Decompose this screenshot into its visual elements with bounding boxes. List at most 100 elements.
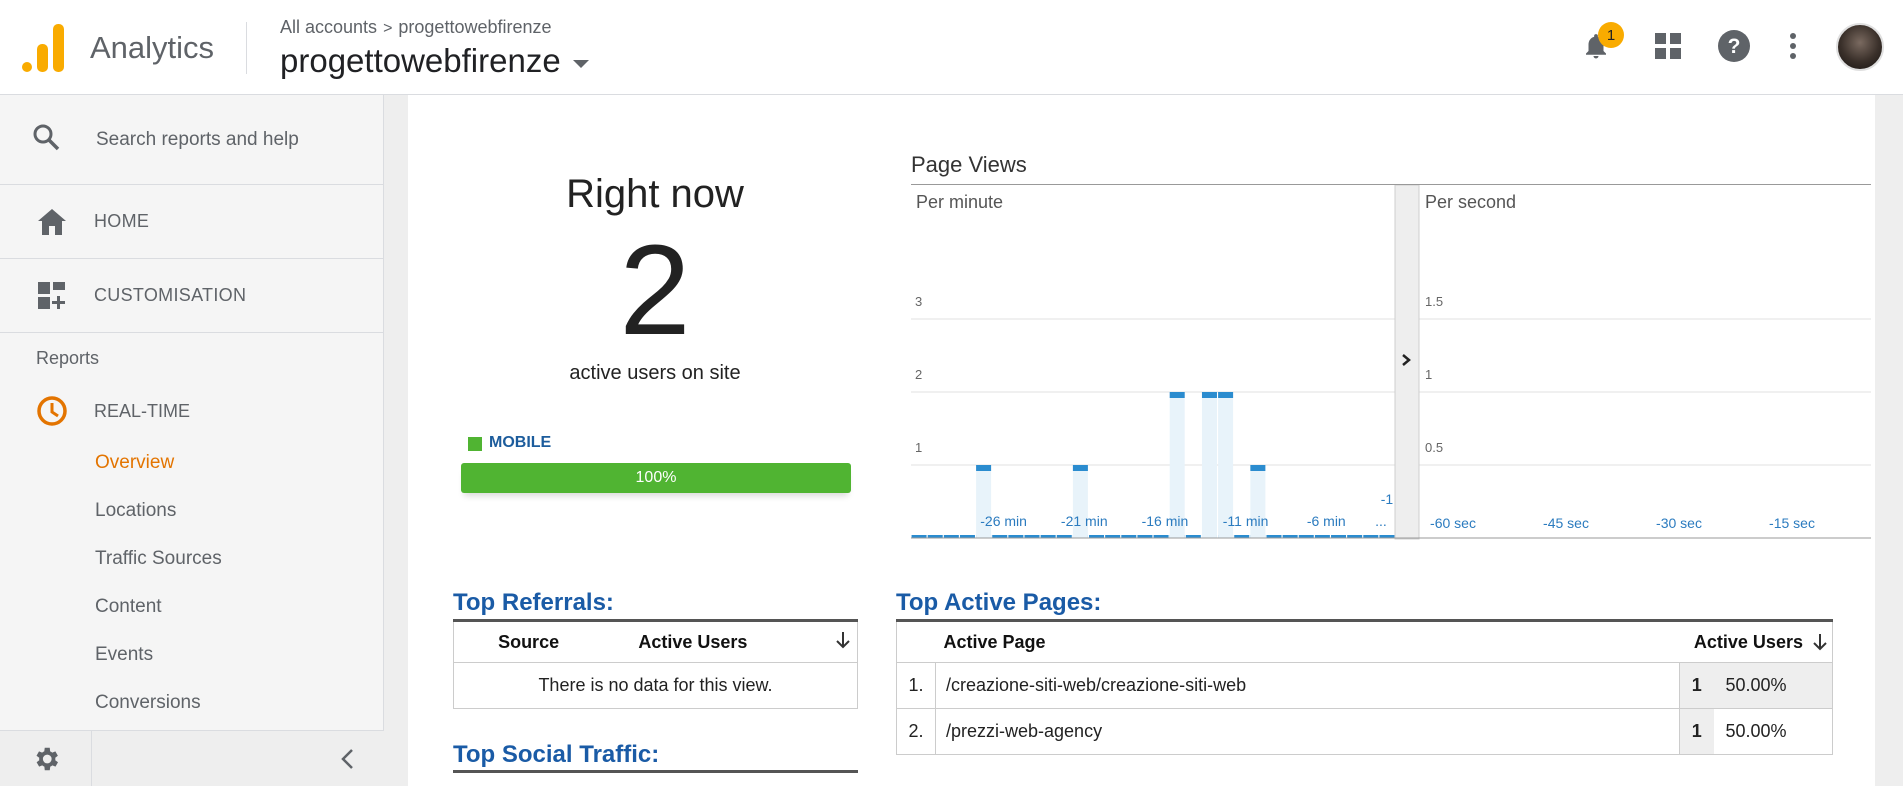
top-social-traffic-title: Top Social Traffic:: [453, 741, 660, 768]
header-divider: [246, 22, 247, 74]
row-rank: 2.: [896, 708, 936, 755]
x-tick-label: -30 sec: [1656, 515, 1702, 531]
y-tick-label: 0.5: [1425, 440, 1443, 455]
top-social-table-rule: [453, 770, 858, 773]
x-tick-label: -21 min: [1061, 513, 1108, 529]
page-view-bar[interactable]: [1201, 392, 1217, 538]
sort-button[interactable]: [782, 619, 858, 663]
page-view-bar-cap: [976, 465, 992, 471]
x-tick-label: -6 min: [1307, 513, 1346, 529]
sidebar-item-label: HOME: [94, 211, 150, 231]
column-header-active-users[interactable]: Active Users: [603, 619, 783, 663]
page-view-bar-cap: [1169, 392, 1185, 398]
mobile-legend-swatch: [468, 437, 482, 451]
device-share-percent: 100%: [635, 469, 677, 486]
sidebar-subitem-locations[interactable]: Locations: [0, 487, 383, 535]
page-view-bar-cap: [1201, 392, 1217, 398]
search-placeholder: Search reports and help: [96, 128, 299, 150]
table-row: 2. /prezzi-web-agency 1 50.00%: [896, 708, 1833, 755]
x-tick-label: -11 min: [1223, 513, 1269, 529]
account-name: progettowebfirenze: [280, 42, 561, 79]
arrow-down-icon: [836, 631, 850, 648]
sidebar-subitem-content[interactable]: Content: [0, 583, 383, 631]
empty-state-message: There is no data for this view.: [453, 662, 858, 709]
row-rank: 1.: [896, 662, 936, 709]
column-header-active-users-label: Active Users: [1693, 631, 1803, 652]
dropdown-caret-icon: [572, 60, 589, 68]
active-page-link[interactable]: /prezzi-web-agency: [935, 708, 1680, 755]
sidebar-item-customisation[interactable]: CUSTOMISATION: [0, 259, 383, 333]
account-selector[interactable]: progettowebfirenze: [280, 42, 589, 80]
y-tick-label: 1.5: [1425, 294, 1443, 309]
column-header-active-users[interactable]: Active Users: [1679, 619, 1833, 663]
top-referrals-table: Source Active Users There is no data for…: [453, 619, 858, 709]
sidebar-subitem-conversions[interactable]: Conversions: [0, 679, 383, 727]
sidebar-item-home[interactable]: HOME: [0, 185, 383, 259]
search-reports[interactable]: Search reports and help: [0, 95, 383, 185]
collapse-sidebar-button[interactable]: [92, 731, 384, 786]
x-tick-label: -1: [1381, 491, 1394, 507]
y-tick-label: 1: [915, 440, 922, 455]
sidebar-subitem-overview[interactable]: Overview: [0, 439, 383, 487]
reports-section-label: Reports: [36, 347, 100, 368]
per-minute-label: Per minute: [916, 192, 1003, 212]
top-referrals-title: Top Referrals:: [453, 589, 614, 616]
chevron-left-icon: [341, 748, 353, 769]
y-tick-label: 1: [1425, 367, 1432, 382]
page-view-bar-cap: [1250, 465, 1266, 471]
row-active-users: 1: [1679, 708, 1714, 755]
sidebar-subitem-traffic-sources[interactable]: Traffic Sources: [0, 535, 383, 583]
breadcrumb-separator: >: [383, 20, 393, 37]
x-tick-label: ...: [1375, 513, 1387, 529]
user-avatar[interactable]: [1836, 23, 1884, 71]
more-vert-icon: [1790, 33, 1796, 59]
clock-icon: [32, 395, 72, 427]
home-icon: [32, 208, 72, 235]
app-name: Analytics: [90, 30, 215, 65]
help-icon: ?: [1718, 30, 1750, 62]
top-active-pages-table: Active Page Active Users 1. /creazione-s…: [896, 619, 1833, 755]
x-tick-label: -16 min: [1142, 513, 1189, 529]
apps-button[interactable]: [1648, 26, 1688, 66]
top-app-bar: Analytics All accounts > progettowebfirenz…: [0, 0, 1903, 95]
row-active-users: 1: [1679, 662, 1714, 709]
notifications-button[interactable]: 1: [1576, 22, 1624, 66]
active-page-link[interactable]: /creazione-siti-web/creazione-siti-web: [935, 662, 1680, 709]
right-now-title: Right now: [566, 172, 744, 216]
active-users-subtitle: active users on site: [569, 362, 741, 384]
sidebar: Search reports and help HOME CUSTOMISATI…: [0, 95, 384, 786]
mobile-legend-label: MOBILE: [489, 434, 552, 451]
column-header-active-page[interactable]: Active Page: [935, 619, 1680, 663]
breadcrumb-root[interactable]: All accounts: [280, 17, 377, 37]
help-button[interactable]: ?: [1714, 26, 1754, 66]
breadcrumb[interactable]: All accounts > progettowebfirenze: [280, 17, 552, 38]
arrow-down-icon: [1813, 633, 1827, 650]
per-second-label: Per second: [1425, 192, 1516, 212]
y-tick-label: 3: [915, 294, 922, 309]
dashboard-add-icon: [32, 281, 72, 310]
column-header-source[interactable]: Source: [453, 619, 604, 663]
admin-settings-button[interactable]: [0, 731, 92, 786]
search-icon: [32, 123, 72, 156]
breadcrumb-account[interactable]: progettowebfirenze: [398, 17, 551, 37]
row-percent: 50.00%: [1713, 662, 1833, 709]
sidebar-item-label: CUSTOMISATION: [94, 285, 247, 305]
sidebar-footer: [0, 730, 384, 786]
x-tick-label: -60 sec: [1430, 515, 1476, 531]
y-tick-label: 2: [915, 367, 922, 382]
x-tick-label: -45 sec: [1543, 515, 1589, 531]
sidebar-item-real-time[interactable]: REAL-TIME: [0, 383, 383, 439]
more-options-button[interactable]: [1773, 26, 1813, 66]
active-users-count: 2: [619, 219, 691, 362]
top-active-pages-title: Top Active Pages:: [896, 589, 1102, 616]
x-tick-label: -26 min: [980, 513, 1027, 529]
notification-badge: 1: [1598, 22, 1624, 48]
row-percent: 50.00%: [1713, 708, 1833, 755]
x-tick-label: -15 sec: [1769, 515, 1815, 531]
page-view-bar-cap: [1218, 392, 1234, 398]
page-views-chart: Per minute Per second 3 2 1 1.5 1 0.5 -26 mi…: [911, 185, 1871, 540]
sidebar-item-label: REAL-TIME: [94, 400, 191, 421]
analytics-logo[interactable]: [22, 24, 64, 72]
sidebar-subitem-events[interactable]: Events: [0, 631, 383, 679]
table-row: 1. /creazione-siti-web/creazione-siti-we…: [896, 662, 1833, 709]
